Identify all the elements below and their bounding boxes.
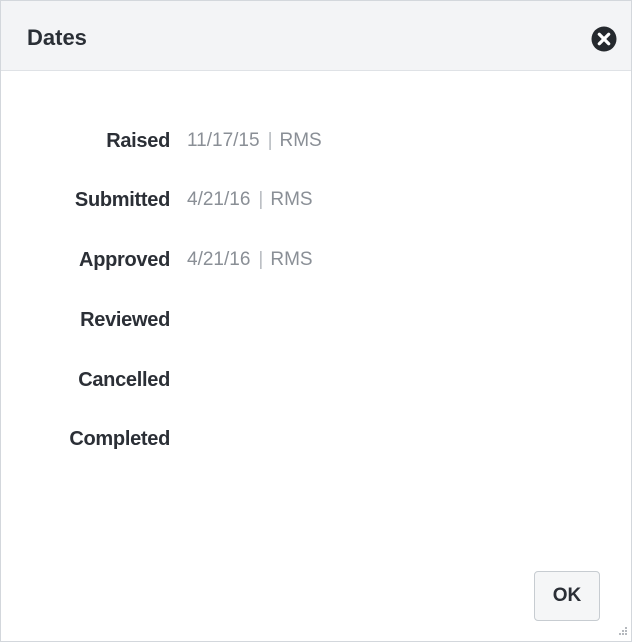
- date-text: 4/21/16: [187, 189, 251, 210]
- date-label: Raised: [106, 130, 170, 152]
- separator: |: [267, 130, 273, 151]
- date-label: Cancelled: [78, 369, 170, 391]
- separator: |: [258, 249, 264, 270]
- user-text: RMS: [279, 130, 322, 151]
- date-row-submitted: Submitted 4/21/16 | RMS: [1, 186, 631, 214]
- date-label: Completed: [69, 428, 170, 450]
- date-row-completed: Completed: [1, 425, 631, 453]
- date-row-approved: Approved 4/21/16 | RMS: [1, 246, 631, 274]
- ok-button[interactable]: OK: [534, 571, 600, 621]
- date-text: 4/21/16: [187, 249, 251, 270]
- dialog-header: Dates: [1, 1, 631, 71]
- dialog-title: Dates: [27, 25, 87, 50]
- user-text: RMS: [270, 249, 313, 270]
- date-label: Submitted: [74, 189, 170, 211]
- date-row-cancelled: Cancelled: [1, 366, 631, 394]
- dates-dialog: Dates Raised 11/17/15 | RMS Submitted 4/21…: [0, 0, 632, 642]
- separator: |: [258, 189, 264, 210]
- date-value: 11/17/15 | RMS: [187, 127, 322, 155]
- resize-grip-icon[interactable]: [614, 624, 628, 638]
- date-value: 4/21/16 | RMS: [187, 246, 313, 274]
- date-text: 11/17/15: [187, 130, 260, 151]
- date-label: Reviewed: [80, 309, 170, 331]
- close-icon[interactable]: [591, 26, 617, 52]
- user-text: RMS: [270, 189, 313, 210]
- date-row-raised: Raised 11/17/15 | RMS: [1, 127, 631, 155]
- date-label: Approved: [79, 249, 170, 271]
- date-row-reviewed: Reviewed: [1, 306, 631, 334]
- date-value: 4/21/16 | RMS: [187, 186, 313, 214]
